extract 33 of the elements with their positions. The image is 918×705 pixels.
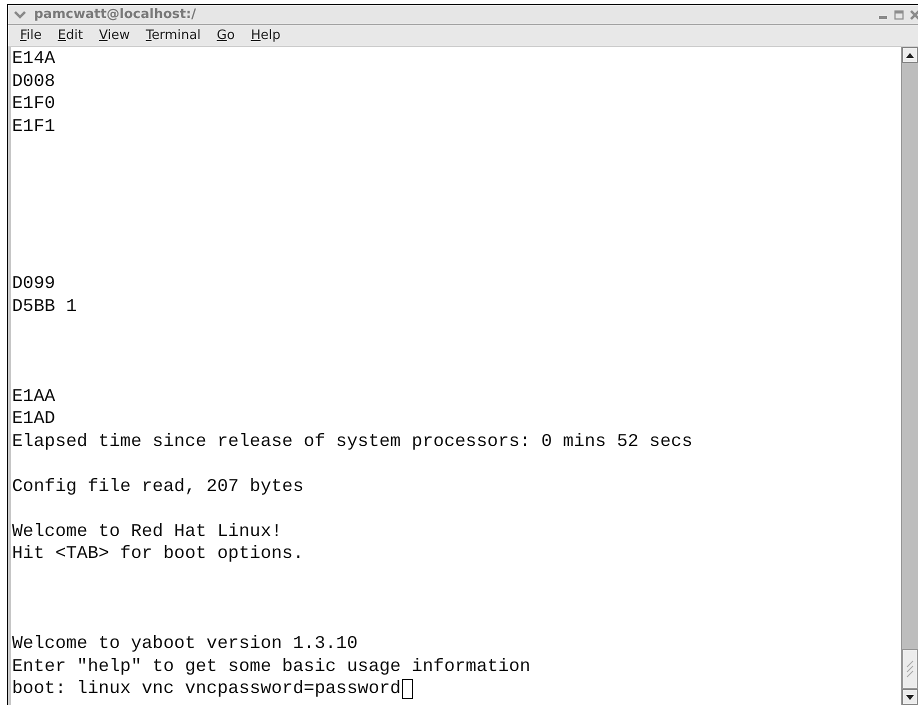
menu-item[interactable]: Go <box>210 26 241 46</box>
menu-item[interactable]: File <box>14 26 48 46</box>
menu-item[interactable]: Terminal <box>140 26 207 46</box>
maximize-icon[interactable] <box>894 10 904 20</box>
arrow-down-icon <box>906 694 914 700</box>
window-title: pamcwatt@localhost:/ <box>34 8 196 21</box>
terminal-line: D5BB 1 <box>12 296 77 318</box>
terminal-line: Welcome to Red Hat Linux! <box>12 520 282 543</box>
terminal-line: D099 <box>12 273 56 296</box>
terminal-line: Welcome to yaboot version 1.3.10 <box>12 633 358 656</box>
terminal-line: E14A <box>12 48 56 70</box>
text-cursor <box>402 679 413 700</box>
terminal-line: Enter "help" to get some basic usage information <box>12 656 530 678</box>
grip-icon <box>906 659 914 679</box>
chevron-down-icon[interactable] <box>14 10 26 18</box>
terminal-line: E1F0 <box>12 93 56 116</box>
terminal-line: Elapsed time since release of system processors: 0 mins 52 secs <box>12 430 693 453</box>
scrollbar[interactable] <box>901 47 918 705</box>
menu-item[interactable]: Edit <box>52 26 89 46</box>
terminal-line: D008 <box>12 70 56 93</box>
arrow-up-icon <box>906 52 914 58</box>
terminal-line: boot: linux vnc vncpassword=password <box>12 678 401 700</box>
scroll-thumb[interactable] <box>902 649 918 689</box>
terminal-line: E1AD <box>12 408 56 430</box>
menu-item[interactable]: View <box>92 26 136 46</box>
scroll-down-button[interactable] <box>902 689 918 705</box>
terminal-line: Hit <TAB> for boot options. <box>12 543 304 566</box>
terminal-line: E1F1 <box>12 116 56 138</box>
scroll-up-button[interactable] <box>902 47 918 63</box>
menu-item[interactable]: Help <box>244 26 286 46</box>
terminal-line: Config file read, 207 bytes <box>12 476 304 498</box>
close-icon[interactable] <box>910 10 918 20</box>
terminal-line: E1AA <box>12 386 56 408</box>
